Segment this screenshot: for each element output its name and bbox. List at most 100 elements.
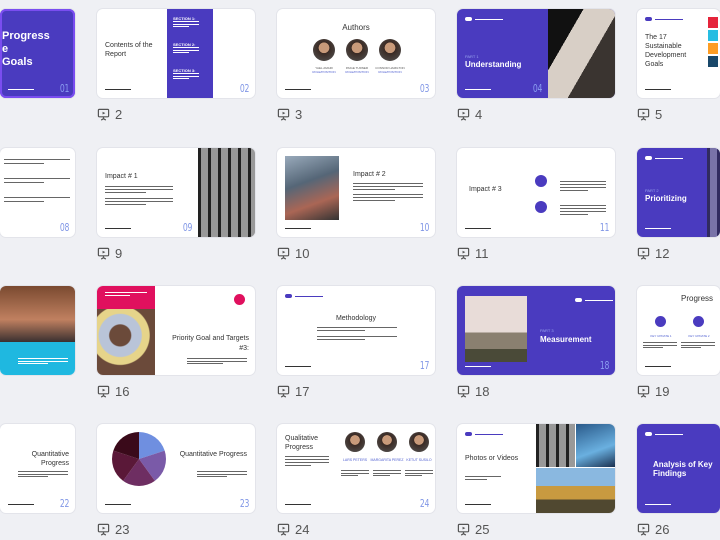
slide-thumbnail-2[interactable]: Contents of the Report SECTION 1: SECTION … [97,9,255,98]
slide-thumbnail-16[interactable]: Priority Goal and Targets #3: [97,286,255,375]
slide-label-3[interactable]: 3 [277,107,302,122]
logo-icon [645,432,652,436]
slide-thumbnail-18[interactable]: PART 3 Measurement 18 [457,286,615,375]
text-line [18,473,68,475]
part-label: PART 1 [465,54,479,59]
slide-thumbnail-24[interactable]: Qualitative Progress LARS PETERS MARGARITA… [277,424,435,513]
slide-thumbnail-4[interactable]: PART 1 Understanding 04 [457,9,615,98]
footer-line [465,503,491,505]
photo [198,148,255,237]
text-line [173,23,199,25]
slide-title: Impact # 2 [353,171,386,178]
text-line [197,471,247,473]
slide-label-23[interactable]: 23 [97,522,129,537]
slide-label-26[interactable]: 26 [637,522,669,537]
logo-text [475,18,503,20]
slide-number-on-thumbnail: 08 [59,221,69,234]
text-line [353,194,423,196]
slide-thumbnail-5[interactable]: The 17 Sustainable Development Goals [637,9,720,98]
slide-number-label: 26 [655,522,670,537]
slide-label-16[interactable]: 16 [97,384,129,399]
slide-label-9[interactable]: 9 [97,246,122,261]
text-line [353,197,423,199]
logo-text [475,433,503,435]
text-line [373,472,401,474]
logo-icon [645,17,652,21]
slide-thumbnail-22[interactable]: Quantitative Progress 22 [0,424,75,513]
slide-thumbnail-3[interactable]: Authors YAEL AMARI ROLE/POSITION PAIGE TURN… [277,9,435,98]
slide-label-25[interactable]: 25 [457,522,489,537]
text-line [18,363,48,365]
text-line [173,26,189,28]
footer-line [645,503,671,505]
slide-thumbnail-8[interactable]: 08 [0,148,75,237]
slide-number-on-thumbnail: 24 [419,497,429,510]
slide-thumbnail-19[interactable]: Progress KEY UPDATE 1 KEY UPDATE 2 [637,286,720,375]
logo-icon [645,156,652,160]
text-line [560,214,588,216]
text-line [353,186,423,188]
slide-thumbnail-15[interactable] [0,286,75,375]
text-line [173,73,199,75]
presenter-screen-icon [277,523,290,536]
slide-thumbnail-23[interactable]: Quantitative Progress 23 [97,424,255,513]
text-line [105,204,146,206]
slide-thumbnail-12[interactable]: PART 2 Prioritizing [637,148,720,237]
presenter-screen-icon [457,523,470,536]
slide-number-label: 16 [115,384,130,399]
slide-title: Prioritizing [645,194,687,203]
slide-title: Understanding [465,60,522,69]
text-line [173,52,189,54]
slide-title: Methodology [335,315,377,322]
slide-label-5[interactable]: 5 [637,107,662,122]
presenter-screen-icon [277,247,290,260]
text-line [560,205,606,207]
logo-text [655,157,683,159]
footer-line [465,365,491,367]
slide-label-4[interactable]: 4 [457,107,482,122]
text-line [4,163,44,165]
slide-thumbnail-26[interactable]: Analysis of Key Findings [637,424,720,513]
slide-thumbnail-1[interactable]: Progress e Goals 01 [0,9,75,98]
slide-title-line: e [2,43,9,55]
text-line [105,198,173,200]
photo [465,296,527,362]
slide-number-on-thumbnail: 11 [599,221,609,234]
update-icon [655,316,666,327]
text-line [560,208,606,210]
slide-label-17[interactable]: 17 [277,384,309,399]
slide-thumbnail-25[interactable]: Photos or Videos [457,424,615,513]
slide-thumbnail-11[interactable]: Impact # 3 11 [457,148,615,237]
slide-title: Contents of the Report [105,42,153,58]
presenter-screen-icon [97,247,110,260]
presenter-screen-icon [637,247,650,260]
slide-label-12[interactable]: 12 [637,246,669,261]
text-line [643,347,664,349]
slide-thumbnail-17[interactable]: Methodology 17 [277,286,435,375]
slide-label-24[interactable]: 24 [277,522,309,537]
slide-label-2[interactable]: 2 [97,107,122,122]
text-line [105,295,131,297]
footer-line [105,227,131,229]
slide-thumbnail-10[interactable]: Impact # 2 10 [277,148,435,237]
slide-title: Impact # 1 [105,173,138,180]
text-line [187,360,247,362]
text-line [353,189,395,191]
slide-number-on-thumbnail: 03 [419,82,429,95]
presenter-screen-icon [97,108,110,121]
slide-number-label: 19 [655,384,670,399]
slide-label-19[interactable]: 19 [637,384,669,399]
presenter-screen-icon [97,523,110,536]
slide-thumbnail-9[interactable]: Impact # 1 09 [97,148,255,237]
slide-number-label: 10 [295,246,310,261]
text-line [560,181,606,183]
text-line [173,78,189,80]
slide-label-18[interactable]: 18 [457,384,489,399]
photo [536,468,615,513]
slide-number-on-thumbnail: 22 [59,497,69,510]
slide-label-10[interactable]: 10 [277,246,309,261]
text-line [285,462,329,464]
text-line [173,47,199,49]
slide-label-11[interactable]: 11 [457,246,489,261]
slide-number-label: 9 [115,246,123,261]
